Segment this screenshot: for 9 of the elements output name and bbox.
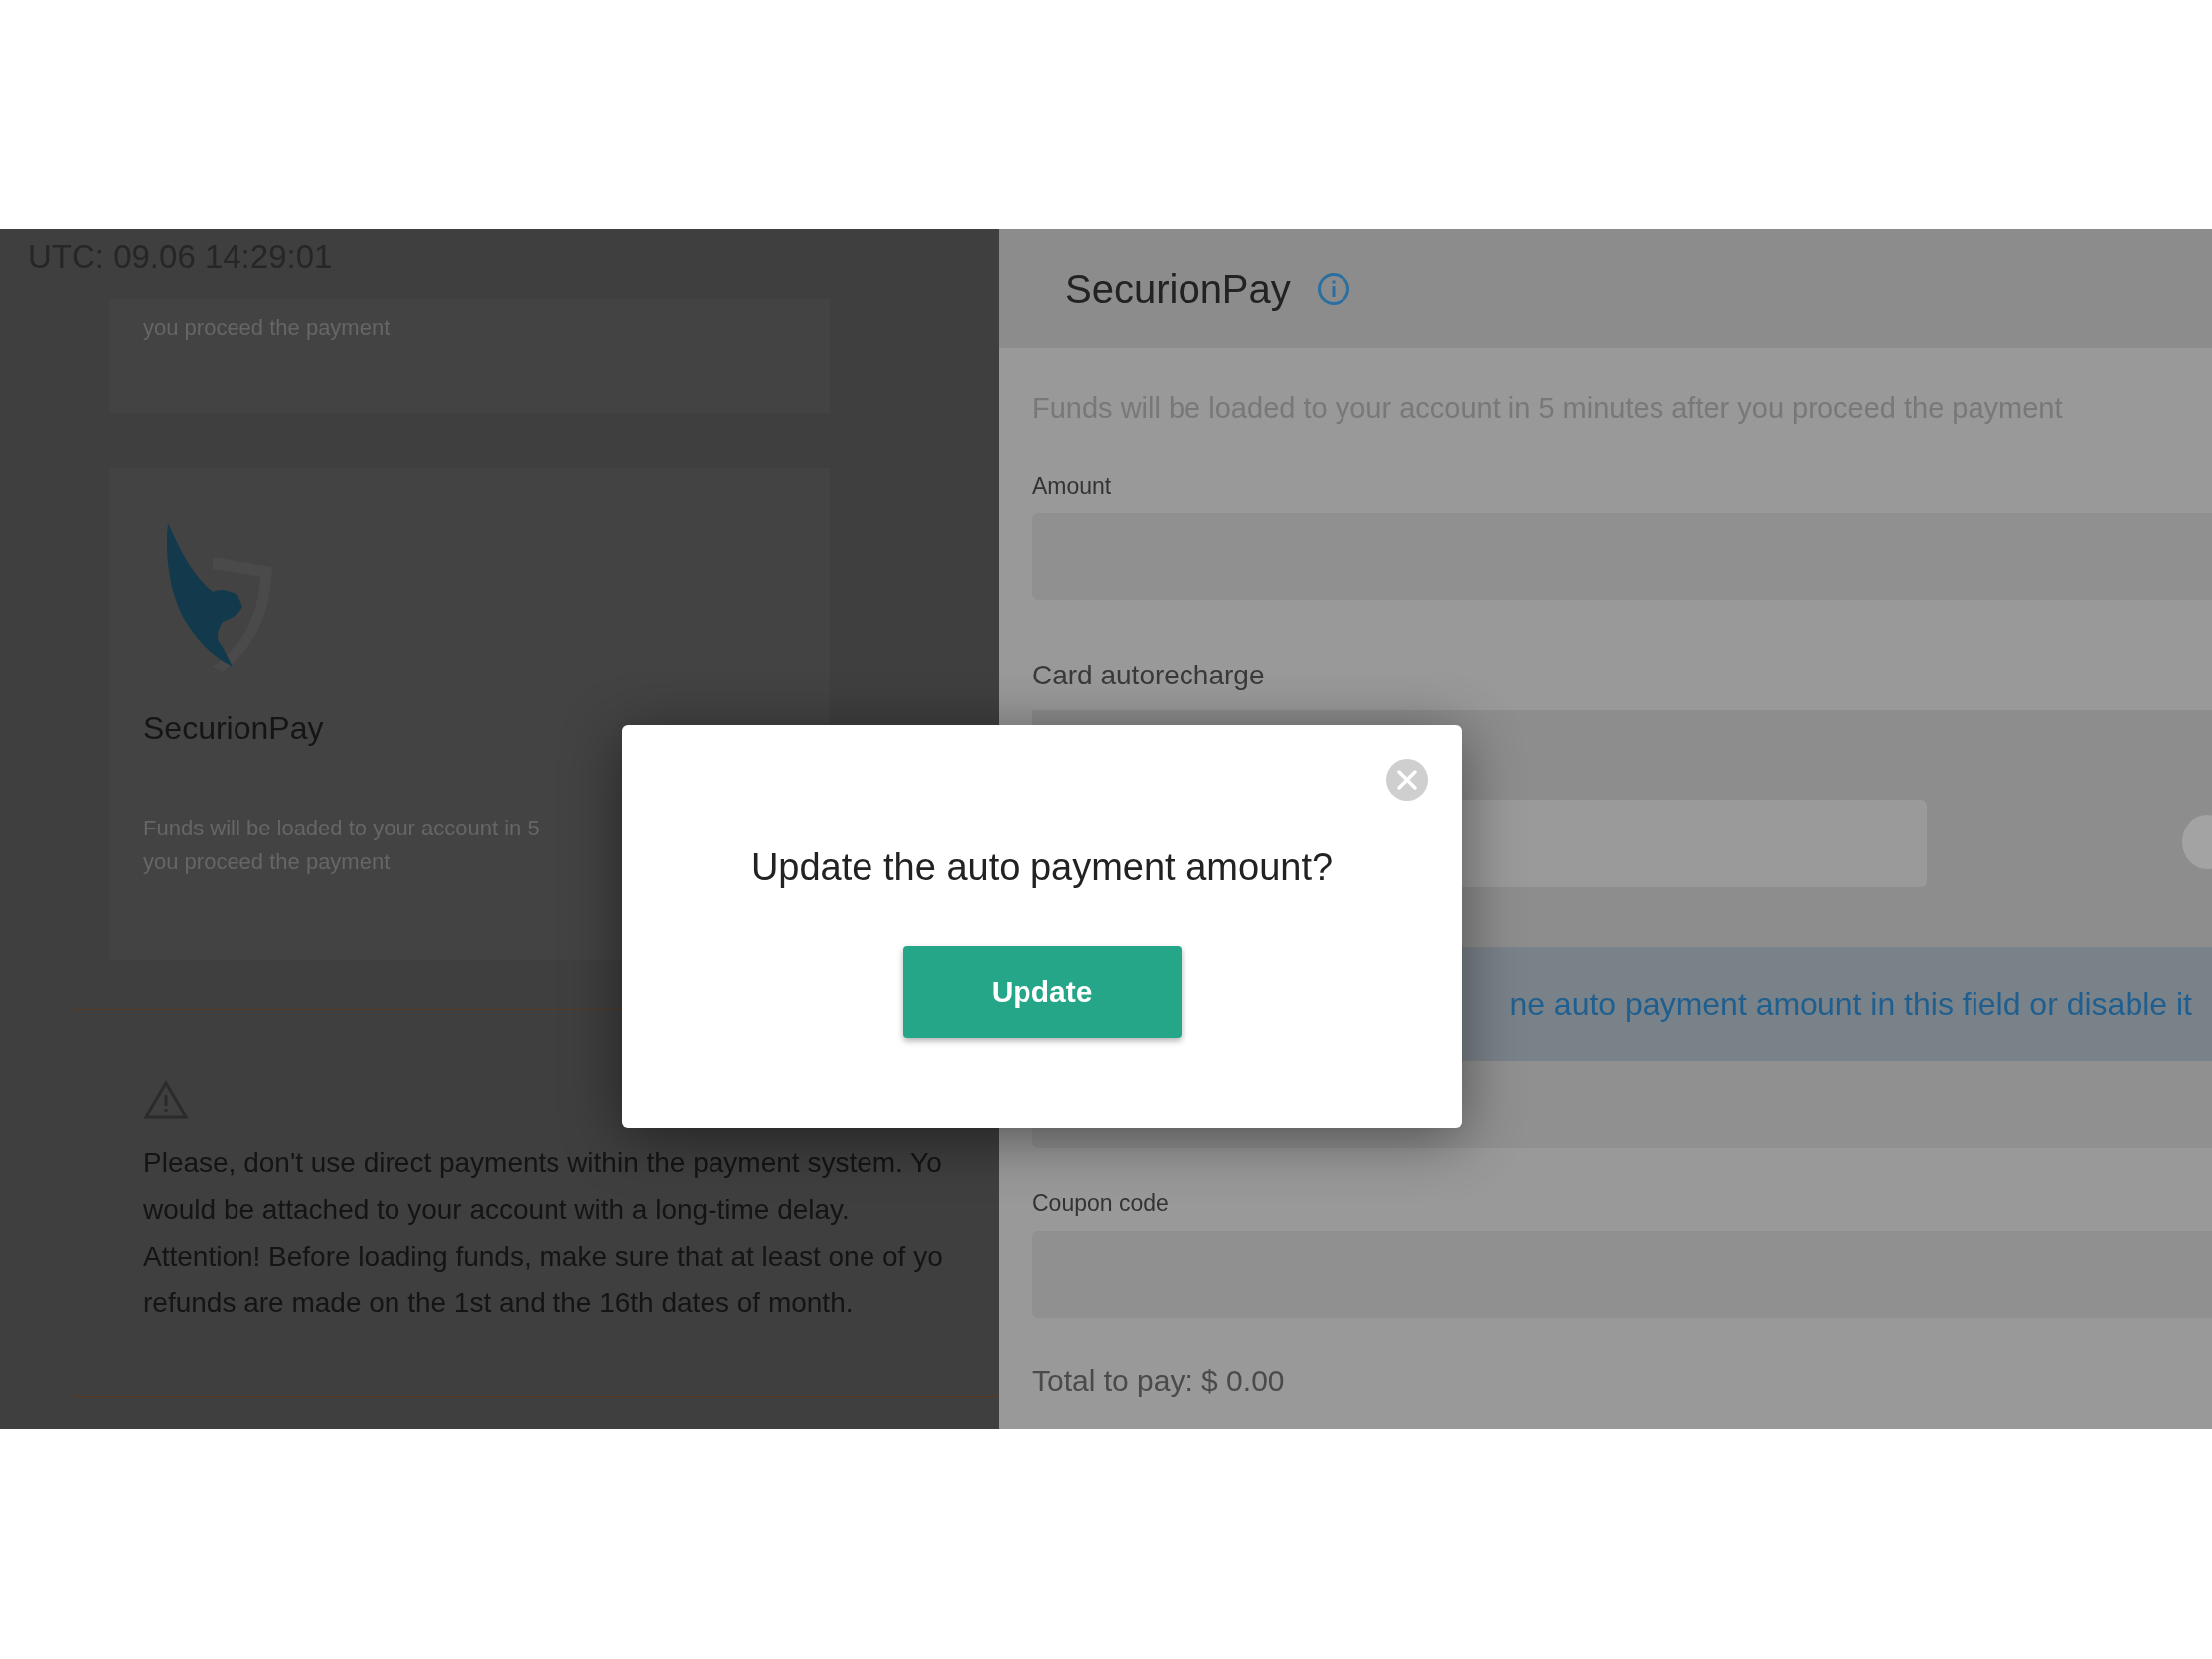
panel-title: SecurionPay [1065, 265, 1291, 313]
notice-text: ne auto payment amount in this field or disable it [1509, 984, 2192, 1024]
total-text: Total to pay: $ 0.00 [1032, 1362, 1286, 1399]
info-icon[interactable] [1316, 271, 1350, 306]
update-button[interactable]: Update [902, 946, 1182, 1038]
close-icon[interactable] [1386, 759, 1428, 801]
field-label: Amount [1032, 471, 1113, 501]
section-label: Card autorecharge [1032, 659, 1266, 692]
field-label: Coupon code [1032, 1189, 1170, 1218]
